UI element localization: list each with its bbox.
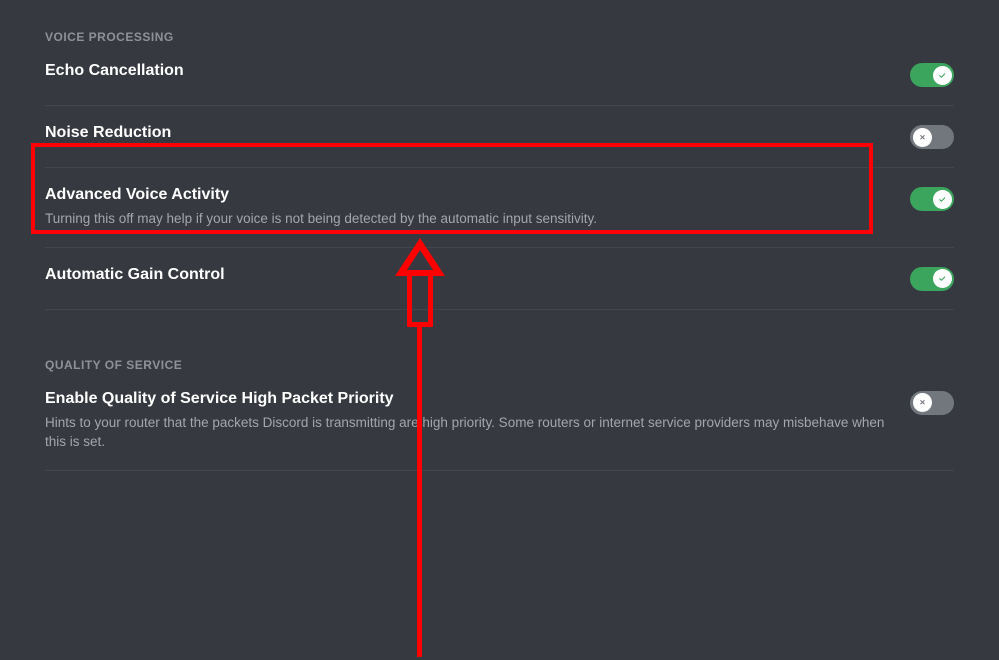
automatic-gain-control-row: Automatic Gain Control <box>45 266 954 310</box>
toggle-knob <box>913 393 932 412</box>
setting-text: Noise Reduction <box>45 124 910 148</box>
advanced-voice-activity-description: Turning this off may help if your voice … <box>45 210 890 229</box>
setting-text: Echo Cancellation <box>45 62 910 86</box>
echo-cancellation-row: Echo Cancellation <box>45 62 954 106</box>
qos-packet-priority-description: Hints to your router that the packets Di… <box>45 414 890 452</box>
x-icon <box>917 397 928 408</box>
qos-packet-priority-label: Enable Quality of Service High Packet Pr… <box>45 390 890 408</box>
check-icon <box>937 273 948 284</box>
settings-panel: VOICE PROCESSING Echo Cancellation Noise… <box>0 0 999 471</box>
noise-reduction-toggle[interactable] <box>910 125 954 149</box>
x-icon <box>917 132 928 143</box>
automatic-gain-control-label: Automatic Gain Control <box>45 266 890 284</box>
toggle-knob <box>913 128 932 147</box>
check-icon <box>937 70 948 81</box>
setting-text: Advanced Voice Activity Turning this off… <box>45 186 910 229</box>
advanced-voice-activity-row: Advanced Voice Activity Turning this off… <box>45 186 954 248</box>
advanced-voice-activity-toggle[interactable] <box>910 187 954 211</box>
noise-reduction-label: Noise Reduction <box>45 124 890 142</box>
setting-text: Automatic Gain Control <box>45 266 910 290</box>
toggle-knob <box>933 190 952 209</box>
qos-packet-priority-row: Enable Quality of Service High Packet Pr… <box>45 390 954 471</box>
quality-of-service-header: QUALITY OF SERVICE <box>45 358 954 372</box>
noise-reduction-row: Noise Reduction <box>45 124 954 168</box>
toggle-knob <box>933 66 952 85</box>
automatic-gain-control-toggle[interactable] <box>910 267 954 291</box>
qos-packet-priority-toggle[interactable] <box>910 391 954 415</box>
check-icon <box>937 194 948 205</box>
toggle-knob <box>933 269 952 288</box>
advanced-voice-activity-label: Advanced Voice Activity <box>45 186 890 204</box>
voice-processing-header: VOICE PROCESSING <box>45 30 954 44</box>
echo-cancellation-label: Echo Cancellation <box>45 62 890 80</box>
setting-text: Enable Quality of Service High Packet Pr… <box>45 390 910 452</box>
echo-cancellation-toggle[interactable] <box>910 63 954 87</box>
